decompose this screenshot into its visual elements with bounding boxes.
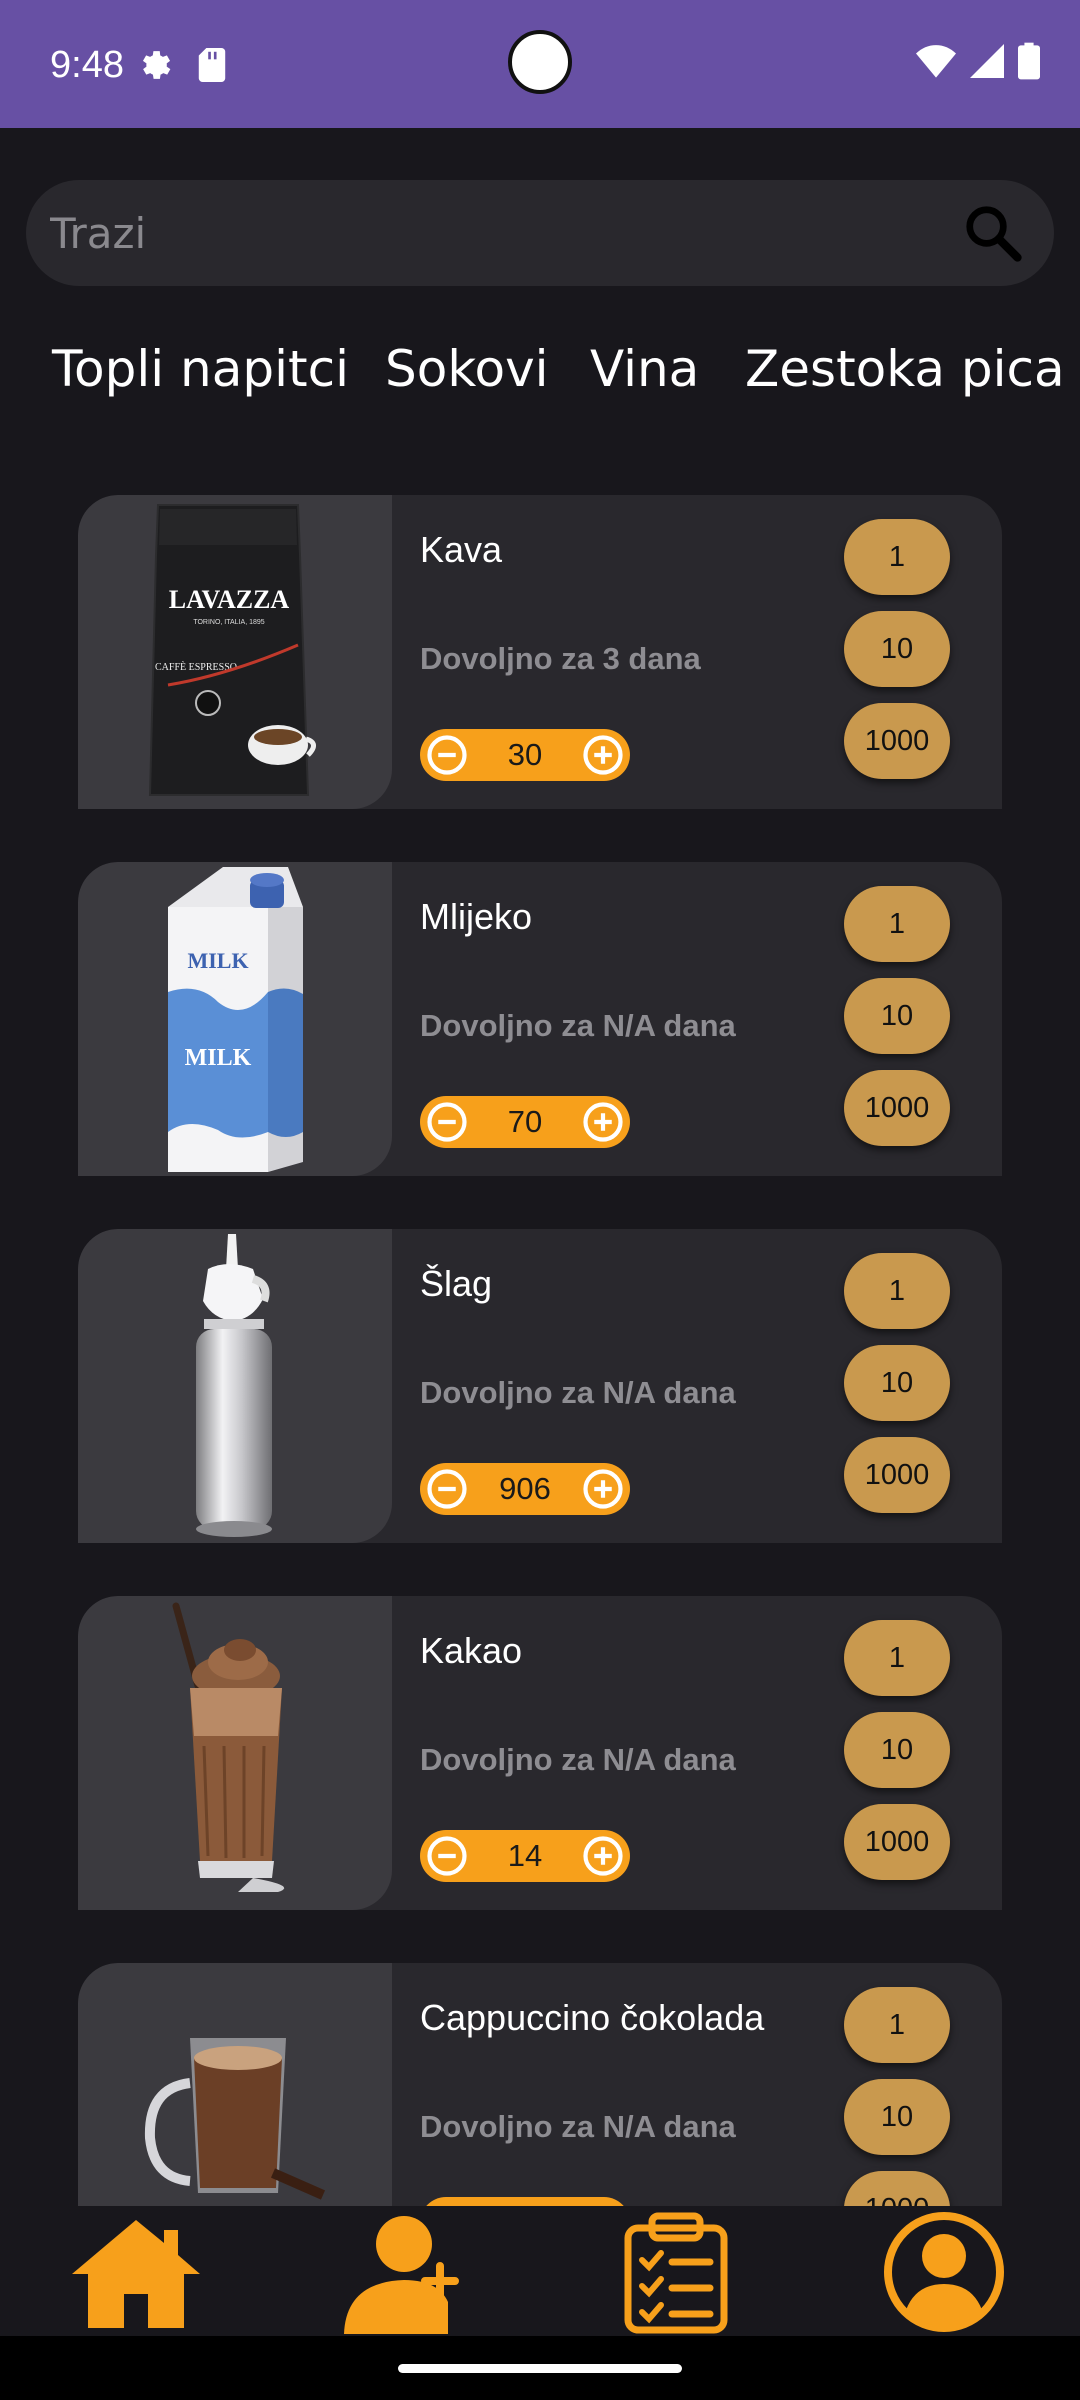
status-time: 9:48 — [50, 44, 124, 86]
quantity-stepper[interactable]: 30 — [420, 729, 630, 781]
milk-carton-image: MILK MILK — [168, 867, 303, 1172]
product-card: Cappuccino čokolada Dovoljno za N/A dana… — [78, 1963, 1002, 2206]
quantity-stepper[interactable]: 70 — [420, 1096, 630, 1148]
product-availability: Dovoljno za N/A dana — [420, 2109, 736, 2144]
add-1-button[interactable]: 1 — [844, 519, 950, 595]
add-1-button[interactable]: 1 — [844, 1987, 950, 2063]
search-input[interactable] — [50, 180, 930, 286]
product-card: Šlag Dovoljno za N/A dana 906 1 10 1000 — [78, 1229, 1002, 1543]
product-availability: Dovoljno za N/A dana — [420, 1008, 736, 1043]
product-card: LAVAZZA TORINO, ITALIA, 1895 CAFFÈ ESPRE… — [78, 495, 1002, 809]
home-icon[interactable] — [66, 2210, 206, 2334]
product-card: MILK MILK Mlijeko Dovoljno za N/A dana 7… — [78, 862, 1002, 1176]
tab-vina[interactable]: Vina — [590, 340, 699, 398]
quantity-value: 14 — [507, 1838, 543, 1873]
add-1000-button[interactable]: 1000 — [844, 1070, 950, 1146]
gear-icon — [142, 51, 171, 79]
plus-icon[interactable] — [582, 734, 624, 776]
add-10-button[interactable]: 10 — [844, 978, 950, 1054]
signal-icon — [970, 44, 1004, 78]
minus-icon[interactable] — [426, 734, 468, 776]
product-image — [78, 1229, 392, 1543]
cocoa-glass-image — [172, 1602, 285, 1892]
tab-zestoka-pica[interactable]: Zestoka pica — [745, 340, 1065, 398]
quantity-value: 906 — [499, 1471, 551, 1506]
plus-icon[interactable] — [582, 1835, 624, 1877]
product-name: Mlijeko — [420, 896, 533, 937]
search-icon[interactable] — [962, 202, 1024, 264]
coffee-brand-tagline: TORINO, ITALIA, 1895 — [193, 619, 264, 626]
minus-icon[interactable] — [426, 1835, 468, 1877]
product-availability: Dovoljno za N/A dana — [420, 1375, 736, 1410]
add-1000-button[interactable]: 1000 — [844, 1437, 950, 1513]
add-10-button[interactable]: 10 — [844, 1345, 950, 1421]
quantity-stepper[interactable] — [420, 2197, 630, 2206]
status-icons — [916, 42, 1040, 80]
search-bar[interactable] — [26, 180, 1054, 286]
add-10-button[interactable]: 10 — [844, 1712, 950, 1788]
quantity-stepper[interactable]: 906 — [420, 1463, 630, 1515]
product-image — [78, 1596, 392, 1910]
quantity-value: 70 — [507, 1104, 543, 1139]
add-user-icon[interactable] — [338, 2210, 468, 2334]
product-availability: Dovoljno za 3 dana — [420, 641, 701, 676]
add-1000-button[interactable]: 1000 — [844, 1804, 950, 1880]
tab-topli-napitci[interactable]: Topli napitci — [52, 340, 349, 398]
add-1-button[interactable]: 1 — [844, 1253, 950, 1329]
product-name: Kava — [420, 529, 503, 570]
tab-sokovi[interactable]: Sokovi — [385, 340, 549, 398]
milk-label-bottom: MILK — [185, 1045, 252, 1071]
bottom-navigation — [0, 2206, 1080, 2336]
minus-icon[interactable] — [426, 1468, 468, 1510]
add-10-button[interactable]: 10 — [844, 611, 950, 687]
status-bar: 9:48 — [0, 0, 1080, 128]
coffee-bag-image: LAVAZZA TORINO, ITALIA, 1895 CAFFÈ ESPRE… — [148, 504, 316, 796]
product-image: MILK MILK — [78, 862, 392, 1176]
sd-card-icon — [198, 48, 226, 82]
cappuccino-mug-image — [144, 2038, 326, 2200]
add-1000-button[interactable]: 1000 — [844, 703, 950, 779]
category-tabs: Topli napitci Sokovi Vina Zestoka pica — [0, 340, 1080, 420]
plus-icon[interactable] — [582, 1101, 624, 1143]
add-10-button[interactable]: 10 — [844, 2079, 950, 2155]
gesture-handle[interactable] — [398, 2364, 682, 2373]
product-availability: Dovoljno za N/A dana — [420, 1742, 736, 1777]
add-1000-button[interactable]: 1000 — [844, 2171, 950, 2206]
quantity-stepper[interactable]: 14 — [420, 1830, 630, 1882]
clipboard-checklist-icon[interactable] — [622, 2210, 730, 2334]
whipped-cream-dispenser-image — [196, 1234, 272, 1537]
product-name: Cappuccino čokolada — [420, 1997, 765, 2038]
minus-icon[interactable] — [426, 1101, 468, 1143]
product-image: LAVAZZA TORINO, ITALIA, 1895 CAFFÈ ESPRE… — [78, 495, 392, 809]
add-1-button[interactable]: 1 — [844, 886, 950, 962]
product-image — [78, 1963, 392, 2206]
account-icon[interactable] — [880, 2210, 1008, 2334]
front-camera — [508, 30, 572, 94]
milk-label-top: MILK — [187, 948, 248, 973]
product-name: Šlag — [420, 1263, 493, 1304]
product-card: Kakao Dovoljno za N/A dana 14 1 10 1000 — [78, 1596, 1002, 1910]
product-name: Kakao — [420, 1630, 523, 1671]
wifi-icon — [916, 45, 956, 78]
plus-icon[interactable] — [582, 1468, 624, 1510]
coffee-brand-logo: LAVAZZA — [169, 585, 290, 614]
quantity-value: 30 — [507, 737, 543, 772]
battery-icon — [1018, 42, 1040, 80]
add-1-button[interactable]: 1 — [844, 1620, 950, 1696]
